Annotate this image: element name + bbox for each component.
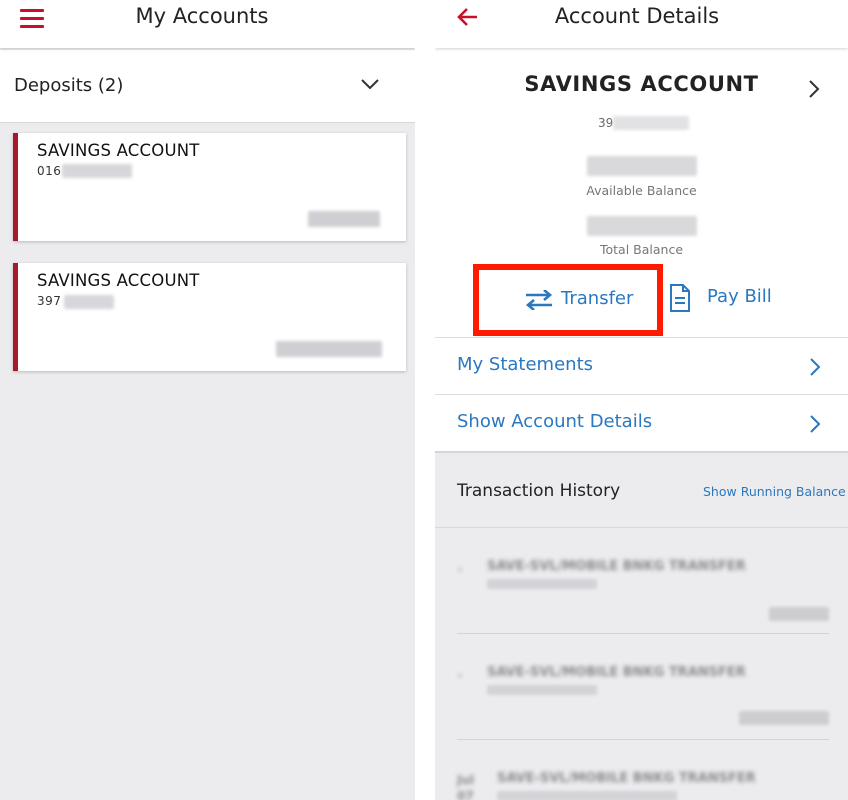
transaction-bullet: • — [457, 671, 463, 682]
show-account-details-label: Show Account Details — [457, 411, 653, 432]
pay-bill-label: Pay Bill — [707, 286, 772, 307]
transaction-bullet: • — [457, 565, 463, 576]
my-statements-row[interactable]: My Statements — [435, 337, 848, 394]
transfer-arrows-icon — [525, 290, 553, 310]
account-number: 39 — [598, 116, 614, 130]
account-card[interactable]: SAVINGS ACCOUNT 016 — [13, 133, 406, 241]
divider — [435, 527, 848, 528]
document-icon — [670, 284, 690, 312]
account-name-heading: SAVINGS ACCOUNT — [524, 72, 759, 96]
account-number: 016 — [37, 164, 62, 178]
transaction-description: SAVE-SVL/MOBILE BNKG TRANSFER — [487, 665, 746, 680]
transfer-label: Transfer — [561, 288, 634, 309]
transaction-history-section: Transaction History Show Running Balance… — [435, 451, 848, 800]
transaction-description: SAVE-SVL/MOBILE BNKG TRANSFER — [487, 559, 746, 574]
my-statements-label: My Statements — [457, 354, 594, 375]
transaction-history-title: Transaction History — [457, 481, 621, 501]
page-title: Account Details — [554, 4, 720, 28]
masked-balance — [276, 341, 382, 357]
transaction-row[interactable]: • SAVE-SVL/MOBILE BNKG TRANSFER — [457, 539, 829, 639]
account-name: SAVINGS ACCOUNT — [37, 271, 200, 290]
masked-balance — [308, 211, 380, 227]
account-number: 397 — [37, 294, 62, 308]
my-accounts-screen: My Accounts Deposits (2) SAVINGS ACCOUNT… — [0, 0, 415, 800]
transaction-amount — [739, 711, 829, 725]
top-bar: My Accounts — [0, 0, 415, 48]
divider — [457, 739, 829, 740]
chevron-right-icon[interactable] — [808, 79, 820, 99]
show-account-details-row[interactable]: Show Account Details — [435, 394, 848, 451]
deposits-label: Deposits (2) — [14, 75, 124, 96]
screen-divider — [415, 0, 435, 800]
chevron-down-icon — [361, 79, 379, 90]
deposits-group-toggle[interactable]: Deposits (2) — [0, 50, 415, 123]
top-bar: Account Details — [435, 0, 848, 48]
chevron-right-icon — [810, 415, 821, 433]
transaction-reference — [497, 791, 677, 800]
account-name: SAVINGS ACCOUNT — [37, 141, 200, 160]
account-card[interactable]: SAVINGS ACCOUNT 397 — [13, 263, 406, 371]
masked-account-number — [64, 295, 114, 309]
show-running-balance-link[interactable]: Show Running Balance — [703, 484, 846, 499]
transaction-row[interactable]: Jul 07 SAVE-SVL/MOBILE BNKG TRANSFER — [457, 751, 829, 800]
transaction-row[interactable]: • SAVE-SVL/MOBILE BNKG TRANSFER — [457, 645, 829, 745]
chevron-right-icon — [810, 358, 821, 376]
available-balance-label: Available Balance — [586, 183, 697, 198]
masked-account-number — [62, 164, 132, 178]
account-details-screen: Account Details SAVINGS ACCOUNT 39 Avail… — [435, 0, 848, 800]
total-balance-label: Total Balance — [599, 242, 684, 257]
transaction-description: SAVE-SVL/MOBILE BNKG TRANSFER — [497, 771, 756, 786]
page-title: My Accounts — [135, 4, 269, 28]
pay-bill-button[interactable]: Pay Bill — [667, 282, 787, 316]
transaction-reference — [487, 579, 597, 589]
transfer-button[interactable]: Transfer — [473, 264, 663, 336]
transaction-date-day: 07 — [457, 789, 474, 800]
masked-total-balance — [587, 216, 697, 236]
masked-account-number — [613, 116, 689, 130]
masked-available-balance — [587, 156, 697, 176]
divider — [457, 633, 829, 634]
transaction-amount — [769, 607, 829, 621]
transaction-reference — [487, 685, 597, 695]
transaction-date-month: Jul — [457, 773, 475, 787]
